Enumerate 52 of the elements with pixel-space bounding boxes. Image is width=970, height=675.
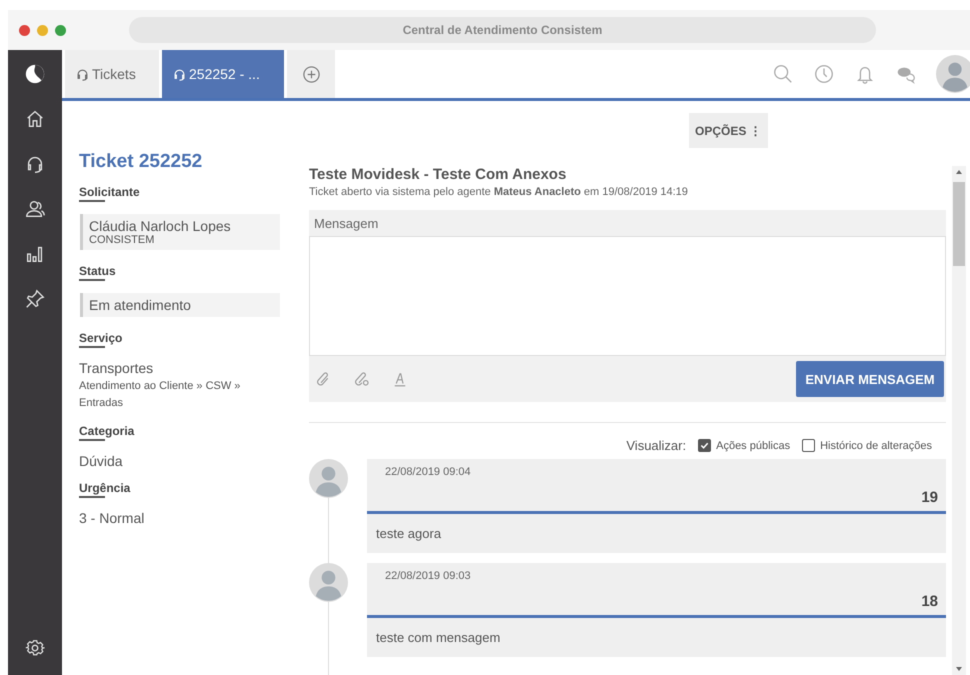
- checkbox-label: Ações públicas: [716, 440, 790, 452]
- clock-icon[interactable]: [813, 63, 835, 85]
- message-text: teste agora: [375, 525, 442, 543]
- users-icon[interactable]: [24, 198, 46, 220]
- window-title: Central de Atendimento Consistem: [129, 17, 876, 43]
- ticket-title: Ticket 252252: [79, 151, 202, 173]
- requester-name: Cláudia Narloch Lopes: [89, 218, 232, 234]
- new-tab-button[interactable]: [287, 50, 335, 98]
- options-button[interactable]: OPÇÕES ⋮: [689, 113, 768, 148]
- field-label: Urgência: [79, 481, 130, 498]
- field-value: 3 - Normal: [79, 510, 144, 526]
- tab[interactable]: 252252 - ...: [162, 50, 284, 98]
- maximize-button[interactable]: [55, 24, 66, 36]
- tab[interactable]: Tickets: [65, 50, 159, 98]
- minimize-button[interactable]: [37, 24, 48, 36]
- ticket-subject: Teste Movidesk - Teste Com Anexos: [309, 166, 568, 183]
- service-path: Atendimento ao Cliente » CSW » Entradas: [79, 379, 242, 411]
- logo-icon: [24, 63, 46, 85]
- plus-icon: [302, 64, 320, 84]
- close-button[interactable]: [19, 24, 30, 36]
- requester-company: CONSISTEM: [89, 234, 156, 246]
- field-value: Dúvida: [79, 453, 123, 469]
- message-number: 18: [921, 593, 938, 610]
- headset-icon: [172, 66, 187, 82]
- ticket-info: Ticket aberto via sistema pelo agente Mateus Anacleto em 19/08/2019 14:19: [309, 186, 689, 198]
- send-message-button[interactable]: ENVIAR MENSAGEM: [796, 361, 944, 397]
- field-label: Status: [79, 264, 116, 281]
- field-label: Solicitante: [79, 185, 140, 202]
- checkbox[interactable]: [802, 439, 816, 452]
- message-number: 19: [921, 489, 938, 506]
- scroll-up-icon[interactable]: [955, 168, 963, 176]
- message-input[interactable]: [309, 236, 946, 356]
- headset-icon: [75, 66, 90, 82]
- composer-label: Mensagem: [313, 215, 380, 233]
- message-text: teste com mensagem: [375, 629, 502, 647]
- status-field[interactable]: Em atendimento: [80, 293, 280, 317]
- search-icon[interactable]: [772, 63, 794, 85]
- message-date: 22/08/2019 09:03: [385, 570, 472, 582]
- checkbox-label: Histórico de alterações: [820, 440, 932, 452]
- field-label: Serviço: [79, 331, 122, 348]
- field-label: Categoria: [79, 424, 134, 441]
- scrollbar[interactable]: [952, 166, 966, 675]
- scroll-down-icon[interactable]: [955, 665, 963, 673]
- link-attach-icon[interactable]: [353, 370, 371, 388]
- pin-icon[interactable]: [24, 288, 46, 310]
- field-value: Transportes: [79, 360, 154, 376]
- message-date: 22/08/2019 09:04: [385, 466, 472, 478]
- view-label: Visualizar:: [626, 438, 686, 453]
- requester-card[interactable]: Cláudia Narloch Lopes CONSISTEM: [80, 214, 280, 250]
- scrollbar-thumb[interactable]: [953, 182, 965, 266]
- user-avatar[interactable]: [936, 55, 970, 93]
- checkbox[interactable]: [698, 439, 712, 452]
